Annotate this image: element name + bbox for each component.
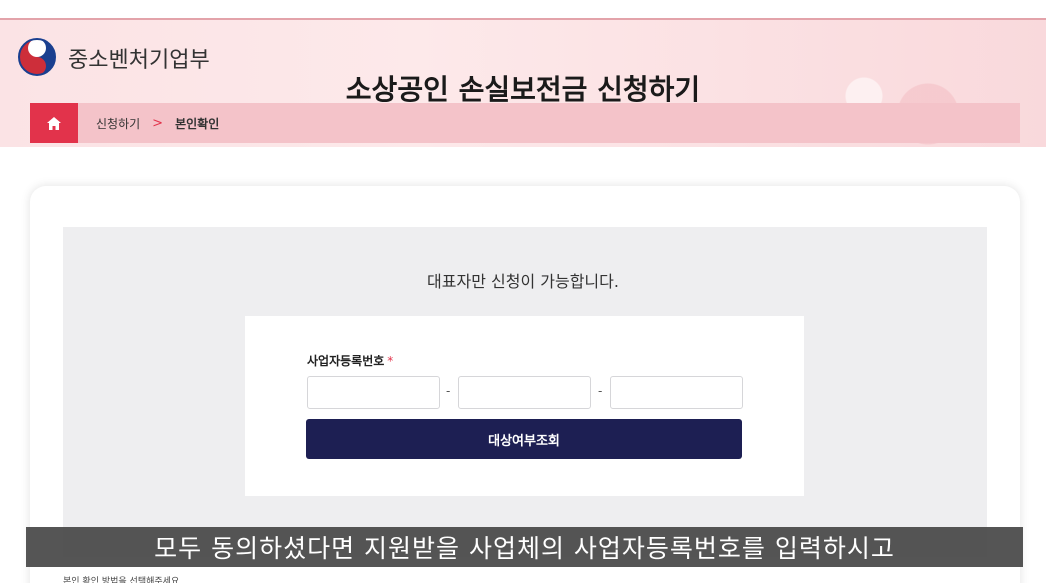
business-number-input-1[interactable] xyxy=(307,376,440,409)
verification-method-text: 본인 확인 방법을 선택해주세요 xyxy=(63,577,180,583)
business-number-input-2[interactable] xyxy=(458,376,591,409)
page: 중소벤처기업부 소상공인 손실보전금 신청하기 신청하기 > 본인확인 대표자만… xyxy=(0,0,1046,583)
representative-notice: 대표자만 신청이 가능합니다. xyxy=(427,272,619,291)
home-icon xyxy=(47,116,61,130)
breadcrumb-item-verify[interactable]: 본인확인 xyxy=(175,115,219,132)
business-number-input-3[interactable] xyxy=(610,376,743,409)
home-button[interactable] xyxy=(30,103,78,143)
business-number-label-text: 사업자등록번호 xyxy=(307,354,385,368)
input-dash-2: - xyxy=(598,384,603,398)
required-mark: * xyxy=(387,354,394,368)
breadcrumb-separator: > xyxy=(152,115,164,131)
business-number-label: 사업자등록번호 * xyxy=(307,352,393,369)
check-eligibility-button[interactable]: 대상여부조회 xyxy=(306,419,742,459)
page-title: 소상공인 손실보전금 신청하기 xyxy=(345,73,701,106)
breadcrumb: 신청하기 > 본인확인 xyxy=(30,103,1020,143)
input-dash-1: - xyxy=(446,384,451,398)
video-caption: 모두 동의하셨다면 지원받을 사업체의 사업자등록번호를 입력하시고 xyxy=(26,527,1023,567)
breadcrumb-item-apply[interactable]: 신청하기 xyxy=(96,115,140,132)
